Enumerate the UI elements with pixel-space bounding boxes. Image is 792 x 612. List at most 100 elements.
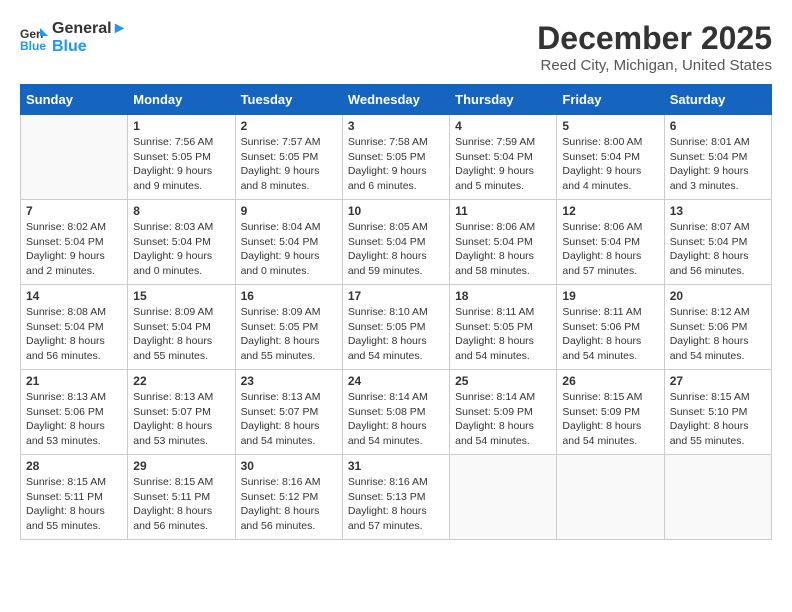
calendar-week-row: 28 Sunrise: 8:15 AMSunset: 5:11 PMDayligh… (21, 455, 772, 540)
day-info: Sunrise: 8:13 AMSunset: 5:07 PMDaylight:… (133, 390, 229, 449)
calendar: SundayMondayTuesdayWednesdayThursdayFrid… (20, 84, 772, 540)
day-number: 9 (241, 204, 337, 218)
day-number: 31 (348, 459, 444, 473)
day-number: 17 (348, 289, 444, 303)
day-info: Sunrise: 8:13 AMSunset: 5:07 PMDaylight:… (241, 390, 337, 449)
day-info: Sunrise: 8:16 AMSunset: 5:13 PMDaylight:… (348, 475, 444, 534)
day-info: Sunrise: 7:58 AMSunset: 5:05 PMDaylight:… (348, 135, 444, 194)
calendar-week-row: 21 Sunrise: 8:13 AMSunset: 5:06 PMDayligh… (21, 370, 772, 455)
header: Gen Blue General► Blue December 2025 Ree… (20, 20, 772, 74)
calendar-cell: 9 Sunrise: 8:04 AMSunset: 5:04 PMDaylight… (235, 200, 342, 285)
day-number: 27 (670, 374, 766, 388)
day-number: 18 (455, 289, 551, 303)
calendar-cell: 3Sunrise: 7:58 AMSunset: 5:05 PMDaylight… (342, 115, 449, 200)
calendar-cell: 13 Sunrise: 8:07 AMSunset: 5:04 PMDayligh… (664, 200, 771, 285)
day-info: Sunrise: 8:15 AMSunset: 5:11 PMDaylight:… (133, 475, 229, 534)
month-title: December 2025 (537, 20, 772, 57)
calendar-header-row: SundayMondayTuesdayWednesdayThursdayFrid… (21, 85, 772, 115)
calendar-cell: 11Sunrise: 8:06 AMSunset: 5:04 PMDayligh… (450, 200, 557, 285)
calendar-week-row: 7 Sunrise: 8:02 AMSunset: 5:04 PMDaylight… (21, 200, 772, 285)
logo: Gen Blue General► Blue (20, 20, 127, 55)
calendar-cell: 26 Sunrise: 8:15 AMSunset: 5:09 PMDayligh… (557, 370, 664, 455)
day-of-week-header: Wednesday (342, 85, 449, 115)
day-info: Sunrise: 8:12 AMSunset: 5:06 PMDaylight:… (670, 305, 766, 364)
calendar-cell: 7 Sunrise: 8:02 AMSunset: 5:04 PMDaylight… (21, 200, 128, 285)
day-number: 2 (241, 119, 337, 133)
calendar-cell: 27Sunrise: 8:15 AMSunset: 5:10 PMDayligh… (664, 370, 771, 455)
day-info: Sunrise: 8:16 AMSunset: 5:12 PMDaylight:… (241, 475, 337, 534)
day-number: 5 (562, 119, 658, 133)
calendar-cell: 18 Sunrise: 8:11 AMSunset: 5:05 PMDayligh… (450, 285, 557, 370)
day-info: Sunrise: 7:59 AMSunset: 5:04 PMDaylight:… (455, 135, 551, 194)
day-number: 16 (241, 289, 337, 303)
calendar-cell: 6 Sunrise: 8:01 AMSunset: 5:04 PMDaylight… (664, 115, 771, 200)
calendar-cell: 24 Sunrise: 8:14 AMSunset: 5:08 PMDayligh… (342, 370, 449, 455)
day-info: Sunrise: 8:00 AMSunset: 5:04 PMDaylight:… (562, 135, 658, 194)
day-number: 15 (133, 289, 229, 303)
calendar-cell: 5 Sunrise: 8:00 AMSunset: 5:04 PMDaylight… (557, 115, 664, 200)
day-number: 1 (133, 119, 229, 133)
day-info: Sunrise: 8:04 AMSunset: 5:04 PMDaylight:… (241, 220, 337, 279)
day-of-week-header: Thursday (450, 85, 557, 115)
calendar-cell: 31 Sunrise: 8:16 AMSunset: 5:13 PMDayligh… (342, 455, 449, 540)
day-info: Sunrise: 8:01 AMSunset: 5:04 PMDaylight:… (670, 135, 766, 194)
svg-text:Blue: Blue (20, 39, 46, 52)
day-info: Sunrise: 8:15 AMSunset: 5:11 PMDaylight:… (26, 475, 122, 534)
calendar-week-row: 14 Sunrise: 8:08 AMSunset: 5:04 PMDayligh… (21, 285, 772, 370)
day-number: 6 (670, 119, 766, 133)
logo-line2: Blue (52, 38, 127, 56)
day-number: 11 (455, 204, 551, 218)
calendar-cell: 15Sunrise: 8:09 AMSunset: 5:04 PMDayligh… (128, 285, 235, 370)
day-info: Sunrise: 8:03 AMSunset: 5:04 PMDaylight:… (133, 220, 229, 279)
day-of-week-header: Tuesday (235, 85, 342, 115)
location-title: Reed City, Michigan, United States (537, 57, 772, 74)
day-info: Sunrise: 8:08 AMSunset: 5:04 PMDaylight:… (26, 305, 122, 364)
day-number: 4 (455, 119, 551, 133)
day-number: 28 (26, 459, 122, 473)
calendar-cell: 23Sunrise: 8:13 AMSunset: 5:07 PMDayligh… (235, 370, 342, 455)
calendar-cell (450, 455, 557, 540)
day-of-week-header: Friday (557, 85, 664, 115)
day-info: Sunrise: 8:05 AMSunset: 5:04 PMDaylight:… (348, 220, 444, 279)
title-area: December 2025 Reed City, Michigan, Unite… (537, 20, 772, 74)
day-number: 21 (26, 374, 122, 388)
day-info: Sunrise: 8:14 AMSunset: 5:08 PMDaylight:… (348, 390, 444, 449)
day-info: Sunrise: 8:02 AMSunset: 5:04 PMDaylight:… (26, 220, 122, 279)
day-info: Sunrise: 8:15 AMSunset: 5:09 PMDaylight:… (562, 390, 658, 449)
calendar-cell: 19 Sunrise: 8:11 AMSunset: 5:06 PMDayligh… (557, 285, 664, 370)
day-number: 25 (455, 374, 551, 388)
calendar-cell: 21 Sunrise: 8:13 AMSunset: 5:06 PMDayligh… (21, 370, 128, 455)
calendar-cell: 22Sunrise: 8:13 AMSunset: 5:07 PMDayligh… (128, 370, 235, 455)
calendar-cell: 10 Sunrise: 8:05 AMSunset: 5:04 PMDayligh… (342, 200, 449, 285)
calendar-cell: 30 Sunrise: 8:16 AMSunset: 5:12 PMDayligh… (235, 455, 342, 540)
day-number: 24 (348, 374, 444, 388)
day-info: Sunrise: 8:06 AMSunset: 5:04 PMDaylight:… (562, 220, 658, 279)
day-number: 7 (26, 204, 122, 218)
day-of-week-header: Saturday (664, 85, 771, 115)
calendar-cell: 8Sunrise: 8:03 AMSunset: 5:04 PMDaylight… (128, 200, 235, 285)
day-of-week-header: Sunday (21, 85, 128, 115)
day-info: Sunrise: 8:10 AMSunset: 5:05 PMDaylight:… (348, 305, 444, 364)
logo-icon: Gen Blue (20, 24, 48, 52)
calendar-cell: 16 Sunrise: 8:09 AMSunset: 5:05 PMDayligh… (235, 285, 342, 370)
calendar-cell (664, 455, 771, 540)
day-number: 26 (562, 374, 658, 388)
day-number: 10 (348, 204, 444, 218)
day-info: Sunrise: 8:11 AMSunset: 5:06 PMDaylight:… (562, 305, 658, 364)
day-info: Sunrise: 8:07 AMSunset: 5:04 PMDaylight:… (670, 220, 766, 279)
day-info: Sunrise: 8:09 AMSunset: 5:05 PMDaylight:… (241, 305, 337, 364)
day-number: 29 (133, 459, 229, 473)
calendar-cell: 14 Sunrise: 8:08 AMSunset: 5:04 PMDayligh… (21, 285, 128, 370)
day-info: Sunrise: 8:11 AMSunset: 5:05 PMDaylight:… (455, 305, 551, 364)
day-number: 14 (26, 289, 122, 303)
calendar-cell: 4 Sunrise: 7:59 AMSunset: 5:04 PMDaylight… (450, 115, 557, 200)
day-info: Sunrise: 8:14 AMSunset: 5:09 PMDaylight:… (455, 390, 551, 449)
day-number: 30 (241, 459, 337, 473)
calendar-cell: 25 Sunrise: 8:14 AMSunset: 5:09 PMDayligh… (450, 370, 557, 455)
calendar-cell: 1Sunrise: 7:56 AMSunset: 5:05 PMDaylight… (128, 115, 235, 200)
day-number: 19 (562, 289, 658, 303)
day-info: Sunrise: 7:57 AMSunset: 5:05 PMDaylight:… (241, 135, 337, 194)
day-info: Sunrise: 8:13 AMSunset: 5:06 PMDaylight:… (26, 390, 122, 449)
day-of-week-header: Monday (128, 85, 235, 115)
day-number: 13 (670, 204, 766, 218)
